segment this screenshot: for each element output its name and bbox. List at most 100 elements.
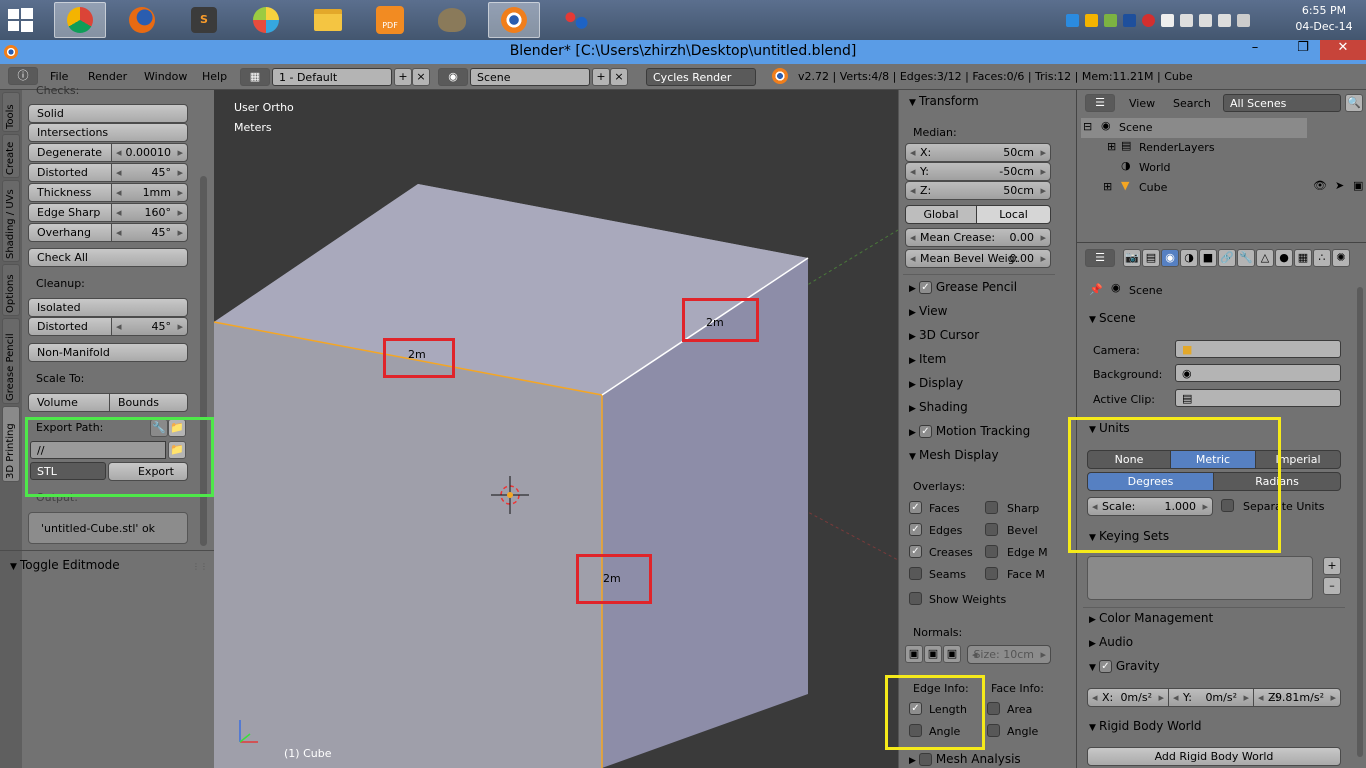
faces-checkbox[interactable]: ✓: [909, 501, 922, 514]
toggle-editmode-header[interactable]: ▼ Toggle Editmode: [10, 558, 120, 572]
seams-checkbox[interactable]: [909, 567, 922, 580]
local-button[interactable]: Local: [976, 205, 1051, 224]
remove-scene-button[interactable]: ×: [610, 68, 628, 86]
isolated-button[interactable]: Isolated: [28, 298, 188, 317]
maximize-button[interactable]: ❐: [1288, 40, 1318, 60]
data-tab-icon[interactable]: △: [1256, 249, 1274, 267]
render-camera-icon[interactable]: ▣: [1353, 179, 1363, 192]
modifiers-tab-icon[interactable]: 🔧: [1237, 249, 1255, 267]
gravity-x-field[interactable]: X:0m/s²: [1087, 688, 1169, 707]
overhang-value[interactable]: 45°: [111, 223, 188, 242]
bevel-checkbox[interactable]: [985, 523, 998, 536]
degenerate-value[interactable]: 0.00010: [111, 143, 188, 162]
render-engine-select[interactable]: Cycles Render: [646, 68, 756, 86]
physics-tab-icon[interactable]: ✺: [1332, 249, 1350, 267]
gravity-z-field[interactable]: Z:-9.81m/s²: [1253, 688, 1341, 707]
expand-scene-icon[interactable]: ⊟: [1083, 120, 1092, 133]
edge-normals-icon[interactable]: ▣: [924, 645, 942, 663]
menu-window[interactable]: Window: [144, 70, 187, 83]
overhang-button[interactable]: Overhang: [28, 223, 112, 242]
taskbar-foxit[interactable]: PDF: [364, 2, 416, 38]
material-tab-icon[interactable]: ●: [1275, 249, 1293, 267]
add-scene-button[interactable]: +: [592, 68, 610, 86]
keying-sets-list[interactable]: [1087, 556, 1313, 600]
power-icon[interactable]: [1199, 13, 1212, 27]
taskbar-chrome[interactable]: [54, 2, 106, 38]
edges-checkbox[interactable]: ✓: [909, 523, 922, 536]
particles-tab-icon[interactable]: ∴: [1313, 249, 1331, 267]
edge-marks-checkbox[interactable]: [985, 545, 998, 558]
mesh-analysis-header[interactable]: ▶ Mesh Analysis: [909, 752, 1021, 766]
degenerate-button[interactable]: Degenerate: [28, 143, 112, 162]
constraints-tab-icon[interactable]: 🔗: [1218, 249, 1236, 267]
screen-layout-icon[interactable]: ▦: [240, 68, 270, 86]
render-tab-icon[interactable]: 📷: [1123, 249, 1141, 267]
world-tab-icon[interactable]: ◑: [1180, 249, 1198, 267]
mesh-display-header[interactable]: ▼ Mesh Display: [909, 448, 999, 462]
render-layers-tab-icon[interactable]: ▤: [1142, 249, 1160, 267]
dropbox-icon[interactable]: [1066, 13, 1079, 27]
camera-field[interactable]: ■: [1175, 340, 1341, 358]
intersections-button[interactable]: Intersections: [28, 123, 188, 142]
tab-3d-printing[interactable]: 3D Printing: [2, 406, 20, 482]
scene-field[interactable]: Scene: [470, 68, 590, 86]
outliner-search-menu[interactable]: Search: [1173, 97, 1211, 110]
median-z-field[interactable]: Z:50cm: [905, 181, 1051, 200]
menu-file[interactable]: File: [50, 70, 68, 83]
creases-checkbox[interactable]: ✓: [909, 545, 922, 558]
tab-shading-uvs[interactable]: Shading / UVs: [2, 180, 20, 262]
taskbar-explorer[interactable]: [302, 2, 354, 38]
distorted-value[interactable]: 45°: [111, 163, 188, 182]
taskbar-sublime[interactable]: S: [178, 2, 230, 38]
gravity-header[interactable]: ▼ ✓ Gravity: [1089, 659, 1160, 673]
solid-button[interactable]: Solid: [28, 104, 188, 123]
global-button[interactable]: Global: [905, 205, 977, 224]
grease-pencil-header[interactable]: ▶ ✓ Grease Pencil: [909, 280, 1017, 294]
gravity-y-field[interactable]: Y:0m/s²: [1168, 688, 1254, 707]
tab-options[interactable]: Options: [2, 264, 20, 316]
mean-bevel-field[interactable]: Mean Bevel Weig:0.00: [905, 249, 1051, 268]
pin-icon[interactable]: 📌: [1089, 283, 1103, 296]
flag-icon[interactable]: [1161, 13, 1174, 27]
tab-grease-pencil[interactable]: Grease Pencil: [2, 318, 20, 404]
add-rigid-body-world-button[interactable]: Add Rigid Body World: [1087, 747, 1341, 766]
face-marks-checkbox[interactable]: [985, 567, 998, 580]
minimize-button[interactable]: –: [1240, 40, 1270, 60]
mean-crease-field[interactable]: Mean Crease:0.00: [905, 228, 1051, 247]
bounds-button[interactable]: Bounds: [109, 393, 188, 412]
viewport-3d[interactable]: User Ortho Meters (1) Cube 2m 2m 2m: [214, 90, 898, 768]
outliner-search-icon[interactable]: 🔍: [1345, 94, 1363, 112]
bluetooth-icon[interactable]: [1123, 13, 1136, 27]
menu-help[interactable]: Help: [202, 70, 227, 83]
outliner-filter-select[interactable]: All Scenes: [1223, 94, 1341, 112]
distorted-cleanup-value[interactable]: 45°: [111, 317, 188, 336]
screen-layout-field[interactable]: 1 - Default: [272, 68, 392, 86]
face-normals-icon[interactable]: ▣: [943, 645, 961, 663]
non-manifold-button[interactable]: Non-Manifold: [28, 343, 188, 362]
taskbar-firefox[interactable]: [116, 2, 168, 38]
audio-header[interactable]: ▶ Audio: [1089, 635, 1133, 649]
active-clip-field[interactable]: ▤: [1175, 389, 1341, 407]
distorted-button[interactable]: Distorted: [28, 163, 112, 182]
vertex-normals-icon[interactable]: ▣: [905, 645, 923, 663]
texture-tab-icon[interactable]: ▦: [1294, 249, 1312, 267]
median-y-field[interactable]: Y:-50cm: [905, 162, 1051, 181]
3d-cursor-header[interactable]: ▶ 3D Cursor: [909, 328, 979, 342]
select-arrow-icon[interactable]: ➤: [1335, 179, 1344, 192]
taskbar-blender[interactable]: [488, 2, 540, 38]
editor-type-info-icon[interactable]: ⓘ: [8, 67, 38, 85]
background-field[interactable]: ◉: [1175, 364, 1341, 382]
check-all-button[interactable]: Check All: [28, 248, 188, 267]
thickness-button[interactable]: Thickness: [28, 183, 112, 202]
keyboard-icon[interactable]: [1237, 13, 1250, 27]
volume-icon[interactable]: [1218, 13, 1231, 27]
drive-icon[interactable]: [1085, 13, 1098, 27]
window-titlebar[interactable]: Blender* [C:\Users\zhirzh\Desktop\untitl…: [0, 40, 1366, 64]
distorted-cleanup-button[interactable]: Distorted: [28, 317, 112, 336]
visibility-eye-icon[interactable]: 👁: [1313, 179, 1327, 192]
add-keying-set-button[interactable]: +: [1323, 557, 1341, 575]
taskbar-app9[interactable]: [550, 2, 602, 38]
tab-tools[interactable]: Tools: [2, 92, 20, 132]
menu-render[interactable]: Render: [88, 70, 127, 83]
network-icon[interactable]: [1180, 13, 1193, 27]
